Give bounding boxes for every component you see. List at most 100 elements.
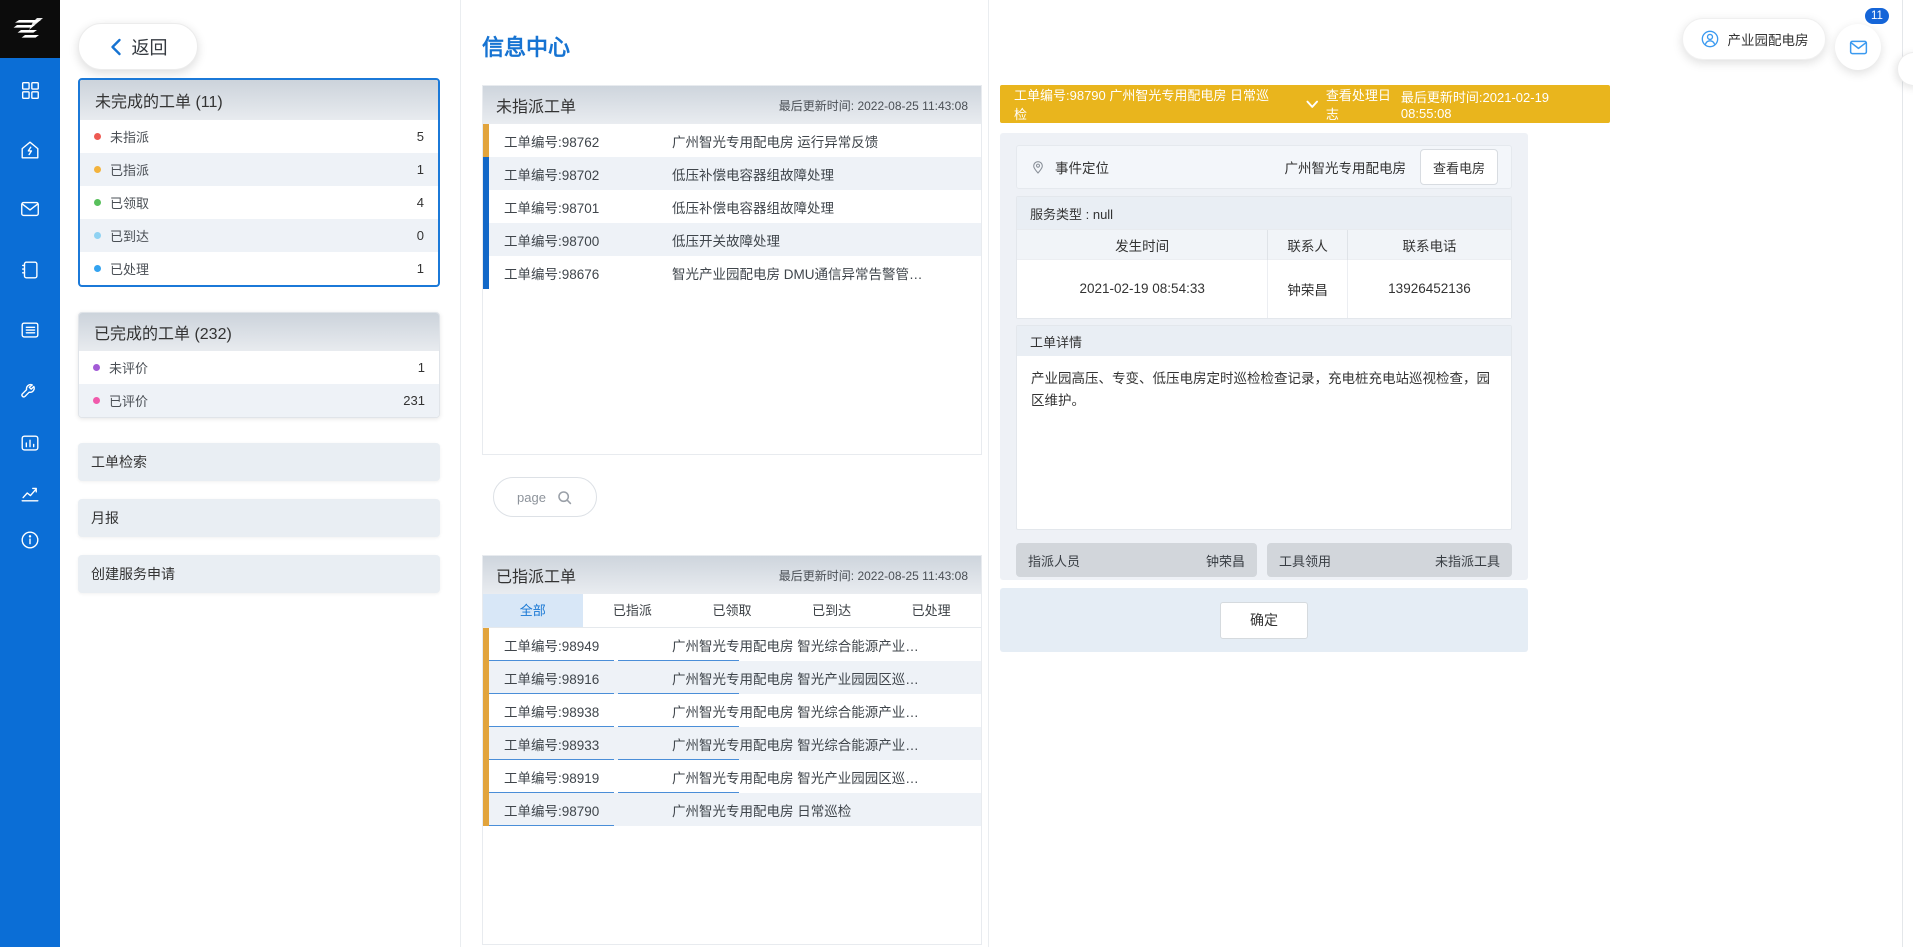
- messages-button[interactable]: [1835, 24, 1881, 70]
- back-label: 返回: [132, 34, 168, 60]
- stat-row-claimed[interactable]: 已领取 4: [80, 186, 438, 219]
- work-order-row[interactable]: 工单编号:98762 广州智光专用配电房 运行异常反馈: [483, 124, 981, 157]
- stat-row-assigned[interactable]: 已指派 1: [80, 153, 438, 186]
- wrench-icon[interactable]: [19, 379, 41, 401]
- stat-label: 已处理: [110, 259, 149, 278]
- work-order-row[interactable]: 工单编号:98676 智光产业园配电房 DMU通信异常告警管…: [483, 256, 981, 289]
- status-bar: [483, 628, 489, 661]
- menu-label: 创建服务申请: [91, 564, 175, 584]
- work-order-number: 工单编号:98916: [504, 668, 672, 688]
- work-order-row[interactable]: 工单编号:98919 广州智光专用配电房 智光产业园园区巡…: [483, 760, 981, 793]
- column-header: 联系人: [1268, 230, 1348, 260]
- unfinished-panel-title: 未完成的工单 (11): [80, 80, 438, 120]
- panel-title: 未指派工单: [496, 93, 576, 117]
- page-title: 信息中心: [482, 30, 570, 62]
- tab-arrived[interactable]: 已到达: [782, 594, 882, 627]
- stat-label: 未评价: [109, 358, 148, 377]
- stat-row-rated[interactable]: 已评价 231: [79, 384, 439, 417]
- menu-item-create-service-request[interactable]: 创建服务申请: [78, 555, 440, 593]
- assignee-bar[interactable]: 指派人员 钟荣昌: [1016, 543, 1257, 577]
- stat-count: 1: [417, 261, 424, 276]
- assigned-tabs: 全部 已指派 已领取 已到达 已处理: [483, 594, 981, 628]
- info-icon[interactable]: [19, 529, 41, 551]
- mail-icon[interactable]: [19, 198, 41, 220]
- search-icon: [556, 489, 573, 506]
- back-button[interactable]: 返回: [78, 23, 198, 70]
- view-room-button[interactable]: 查看电房: [1420, 149, 1498, 185]
- menu-item-monthly-report[interactable]: 月报: [78, 499, 440, 537]
- tab-assigned[interactable]: 已指派: [583, 594, 683, 627]
- status-bar: [483, 727, 489, 760]
- apps-icon[interactable]: [19, 79, 41, 101]
- work-order-number: 工单编号:98949: [504, 635, 672, 655]
- tools-label: 工具领用: [1279, 551, 1331, 570]
- bar-chart-icon[interactable]: [19, 432, 41, 454]
- work-order-number: 工单编号:98938: [504, 701, 672, 721]
- user-account-button[interactable]: 产业园配电房: [1682, 18, 1826, 60]
- order-detail-text: 产业园高压、专变、低压电房定时巡检检查记录，充电桩充电站巡视检查，园区维护。: [1017, 356, 1511, 425]
- status-dot: [94, 166, 101, 173]
- tab-claimed[interactable]: 已领取: [682, 594, 782, 627]
- trend-icon[interactable]: [19, 482, 41, 504]
- work-order-desc: 智光产业园配电房 DMU通信异常告警管…: [672, 263, 981, 283]
- stat-label: 已到达: [110, 226, 149, 245]
- stat-row-arrived[interactable]: 已到达 0: [80, 219, 438, 252]
- status-dot: [94, 133, 101, 140]
- work-order-row[interactable]: 工单编号:98949 广州智光专用配电房 智光综合能源产业…: [483, 628, 981, 661]
- status-bar: [483, 190, 489, 223]
- stat-row-processed[interactable]: 已处理 1: [80, 252, 438, 285]
- unread-count-badge: 11: [1863, 6, 1891, 26]
- scrollbar-track[interactable]: [1902, 0, 1903, 947]
- stat-count: 4: [417, 195, 424, 210]
- list-icon[interactable]: [19, 319, 41, 341]
- work-order-row[interactable]: 工单编号:98702 低压补偿电容器组故障处理: [483, 157, 981, 190]
- work-order-desc: 广州智光专用配电房 智光综合能源产业…: [672, 734, 981, 754]
- view-log-toggle[interactable]: 查看处理日志: [1306, 85, 1401, 123]
- column-header: 联系电话: [1347, 230, 1511, 260]
- app-logo[interactable]: [0, 0, 60, 58]
- work-order-desc: 低压开关故障处理: [672, 230, 981, 250]
- view-log-label: 查看处理日志: [1326, 85, 1401, 123]
- app-window: 返回 未完成的工单 (11) 未指派 5 已指派 1 已领取 4 已到达 0 已…: [0, 0, 1913, 947]
- status-bar: [483, 661, 489, 694]
- menu-label: 月报: [91, 508, 119, 528]
- work-order-row[interactable]: 工单编号:98701 低压补偿电容器组故障处理: [483, 190, 981, 223]
- page-search-input[interactable]: page: [493, 477, 597, 517]
- work-order-row-selected[interactable]: 工单编号:98790 广州智光专用配电房 日常巡检: [483, 793, 981, 826]
- confirm-strip: 确定: [1000, 588, 1528, 652]
- stat-row-unassigned[interactable]: 未指派 5: [80, 120, 438, 153]
- tab-processed[interactable]: 已处理: [881, 594, 981, 627]
- user-label: 产业园配电房: [1728, 29, 1809, 49]
- work-order-number: 工单编号:98702: [504, 164, 672, 184]
- menu-item-order-search[interactable]: 工单检索: [78, 443, 440, 481]
- order-detail-label: 工单详情: [1017, 326, 1511, 356]
- home-icon[interactable]: [19, 139, 41, 161]
- status-bar: [483, 793, 489, 826]
- work-order-row[interactable]: 工单编号:98933 广州智光专用配电房 智光综合能源产业…: [483, 727, 981, 760]
- assigned-orders-panel: 已指派工单 最后更新时间: 2022-08-25 11:43:08 全部 已指派…: [482, 555, 982, 945]
- envelope-icon: [1848, 37, 1869, 58]
- work-order-row[interactable]: 工单编号:98916 广州智光专用配电房 智光产业园园区巡…: [483, 661, 981, 694]
- status-bar: [483, 256, 489, 289]
- unassigned-panel-header: 未指派工单 最后更新时间: 2022-08-25 11:43:08: [483, 86, 981, 124]
- work-order-number: 工单编号:98762: [504, 131, 672, 151]
- tab-all[interactable]: 全部: [483, 594, 583, 627]
- menu-label: 工单检索: [91, 452, 147, 472]
- tools-bar[interactable]: 工具领用 未指派工具: [1267, 543, 1512, 577]
- stat-row-unrated[interactable]: 未评价 1: [79, 351, 439, 384]
- status-bar: [483, 124, 489, 157]
- logo-icon: [11, 14, 49, 44]
- work-order-desc: 广州智光专用配电房 智光产业园园区巡…: [672, 668, 981, 688]
- column-header: 发生时间: [1017, 230, 1268, 260]
- event-location-value: 广州智光专用配电房: [1285, 157, 1407, 177]
- confirm-button[interactable]: 确定: [1220, 602, 1308, 639]
- edge-floating-button[interactable]: [1897, 52, 1913, 86]
- notebook-icon[interactable]: [19, 259, 41, 281]
- unfinished-orders-panel: 未完成的工单 (11) 未指派 5 已指派 1 已领取 4 已到达 0 已处理 …: [78, 78, 440, 287]
- unassigned-orders-panel: 未指派工单 最后更新时间: 2022-08-25 11:43:08 工单编号:9…: [482, 85, 982, 455]
- status-bar: [483, 157, 489, 190]
- stat-count: 5: [417, 129, 424, 144]
- work-order-row[interactable]: 工单编号:98700 低压开关故障处理: [483, 223, 981, 256]
- work-order-row[interactable]: 工单编号:98938 广州智光专用配电房 智光综合能源产业…: [483, 694, 981, 727]
- work-order-desc: 广州智光专用配电房 智光产业园园区巡…: [672, 767, 981, 787]
